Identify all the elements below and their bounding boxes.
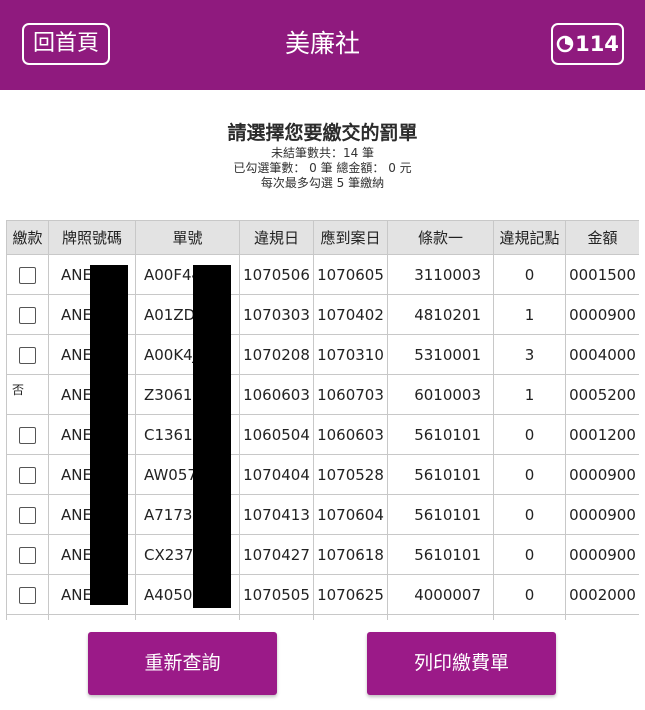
column-header: 單號 <box>135 220 240 255</box>
pay-cell: 否 <box>6 374 49 415</box>
amount-cell: 0001200 <box>565 414 639 455</box>
page-title: 美廉社 <box>284 29 360 58</box>
pay-cell <box>6 614 49 620</box>
summary-panel: 請選擇您要繳交的罰單 未結筆數共：14 筆 已勾選筆數： 0 筆 總金額： 0 … <box>0 120 645 191</box>
clause-cell: 4000007 <box>387 574 494 615</box>
column-header: 違規記點 <box>493 220 566 255</box>
clause-cell: 5610101 <box>387 494 494 535</box>
amount-cell: 0000900 <box>565 294 639 335</box>
pay-cell <box>6 534 49 575</box>
pay-checkbox[interactable] <box>19 266 36 284</box>
pay-checkbox[interactable] <box>19 546 36 564</box>
amount-cell: 0000900 <box>565 454 639 495</box>
points-cell: 0 <box>493 254 566 295</box>
amount-cell: 0000900 <box>565 494 639 535</box>
clause-cell: 5310001 <box>387 334 494 375</box>
clause-cell: 3110003 <box>387 254 494 295</box>
violation-date-cell: 1070505 <box>239 574 314 615</box>
points-cell: 3 <box>493 334 566 375</box>
pay-checkbox[interactable] <box>19 426 36 444</box>
due-date-cell: 1060703 <box>313 374 388 415</box>
table-header-row: 繳款 牌照號碼 單號 違規日 應到案日 條款一 違規記點 金額 <box>6 220 639 255</box>
amount-cell: 0005200 <box>565 374 639 415</box>
due-date-cell <box>313 614 388 620</box>
table-row-partial <box>6 614 639 620</box>
clause-cell <box>387 614 494 620</box>
violation-date-cell: 1070506 <box>239 254 314 295</box>
requery-button[interactable]: 重新查詢 <box>88 632 277 695</box>
summary-heading: 請選擇您要繳交的罰單 <box>227 122 418 144</box>
points-cell: 0 <box>493 494 566 535</box>
pay-cell <box>6 254 49 295</box>
timer-button[interactable]: 114 <box>551 23 624 65</box>
due-date-cell: 1070402 <box>313 294 388 335</box>
due-date-cell: 1070310 <box>313 334 388 375</box>
due-date-cell: 1070528 <box>313 454 388 495</box>
violation-date-cell: 1070427 <box>239 534 314 575</box>
pay-cell <box>6 494 49 535</box>
column-header: 繳款 <box>6 220 49 255</box>
amount-cell: 0002000 <box>565 574 639 615</box>
pay-checkbox[interactable] <box>19 466 36 484</box>
clause-cell: 4810201 <box>387 294 494 335</box>
points-cell: 1 <box>493 374 566 415</box>
pay-checkbox[interactable] <box>19 306 36 324</box>
clause-cell: 5610101 <box>387 534 494 575</box>
points-cell: 0 <box>493 534 566 575</box>
points-cell: 0 <box>493 414 566 455</box>
points-cell <box>493 614 566 620</box>
pay-cell <box>6 334 49 375</box>
redaction-block <box>90 265 128 605</box>
points-cell: 0 <box>493 454 566 495</box>
print-payment-slip-button[interactable]: 列印繳費單 <box>367 632 556 695</box>
timer-icon <box>556 35 574 53</box>
selected-summary: 已勾選筆數： 0 筆 總金額： 0 元 <box>233 161 412 175</box>
due-date-cell: 1060603 <box>313 414 388 455</box>
amount-cell: 0001500 <box>565 254 639 295</box>
selection-limit: 每次最多勾選 5 筆繳納 <box>260 176 385 190</box>
clause-cell: 6010003 <box>387 374 494 415</box>
redaction-block <box>193 265 231 608</box>
pay-cell <box>6 294 49 335</box>
column-header: 金額 <box>565 220 639 255</box>
clause-cell: 5610101 <box>387 454 494 495</box>
top-bar: 回首頁 美廉社 114 <box>0 0 645 90</box>
violation-date-cell: 1070404 <box>239 454 314 495</box>
due-date-cell: 1070618 <box>313 534 388 575</box>
amount-cell: 0000900 <box>565 534 639 575</box>
due-date-cell: 1070625 <box>313 574 388 615</box>
pay-cell <box>6 454 49 495</box>
column-header: 條款一 <box>387 220 494 255</box>
plate-cell <box>48 614 136 620</box>
pay-cell <box>6 414 49 455</box>
column-header: 牌照號碼 <box>48 220 136 255</box>
ticket-cell <box>135 614 240 620</box>
unpaid-count: 未結筆數共：14 筆 <box>270 146 375 160</box>
amount-cell: 0004000 <box>565 334 639 375</box>
clause-cell: 5610101 <box>387 414 494 455</box>
violation-date-cell: 1070413 <box>239 494 314 535</box>
pay-checkbox[interactable] <box>19 506 36 524</box>
points-cell: 0 <box>493 574 566 615</box>
not-payable-label: 否 <box>12 382 25 397</box>
column-header: 應到案日 <box>313 220 388 255</box>
violation-date-cell: 1070208 <box>239 334 314 375</box>
pay-checkbox[interactable] <box>19 586 36 604</box>
points-cell: 1 <box>493 294 566 335</box>
amount-cell <box>565 614 639 620</box>
pay-cell <box>6 574 49 615</box>
pay-checkbox[interactable] <box>19 346 36 364</box>
column-header: 違規日 <box>239 220 314 255</box>
due-date-cell: 1070604 <box>313 494 388 535</box>
timer-value: 114 <box>575 32 619 56</box>
violation-date-cell: 1060504 <box>239 414 314 455</box>
due-date-cell: 1070605 <box>313 254 388 295</box>
violation-date-cell: 1070303 <box>239 294 314 335</box>
violation-date-cell: 1060603 <box>239 374 314 415</box>
violation-date-cell <box>239 614 314 620</box>
